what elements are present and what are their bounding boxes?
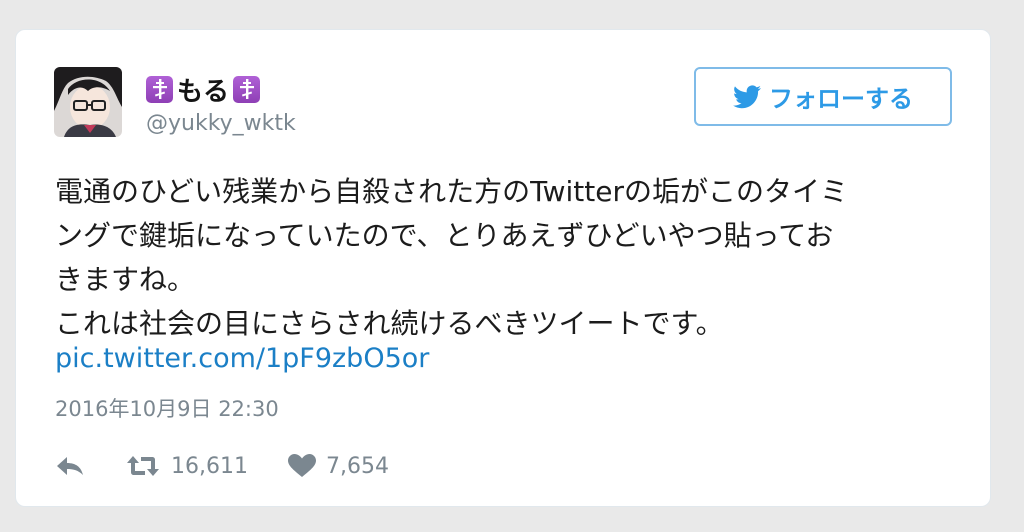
tweet-actions: 16,611 7,654: [55, 448, 389, 484]
user-handle[interactable]: @yukky_wktk: [146, 111, 296, 136]
avatar[interactable]: [54, 67, 122, 137]
orthodox-cross-icon: [233, 75, 261, 103]
retweet-button[interactable]: 16,611: [125, 454, 248, 479]
follow-button-label: フォローする: [769, 85, 913, 113]
tweet-timestamp[interactable]: 2016年10月9日 22:30: [55, 393, 279, 423]
retweet-icon: [127, 456, 159, 476]
tweet-text-line: ングで鍵垢になっていたので、とりあえずひどいやつ貼ってお: [55, 219, 834, 252]
follow-button[interactable]: フォローする: [694, 67, 952, 126]
like-count: 7,654: [325, 453, 389, 479]
tweet-text-line: きますね。: [55, 263, 196, 296]
tweet-text: 電通のひどい残業から自殺された方のTwitterの垢がこのタイミ ングで鍵垢にな…: [55, 170, 945, 346]
tweet-text-line: 電通のひどい残業から自殺された方のTwitterの垢がこのタイミ: [55, 175, 849, 208]
author-name-row[interactable]: もる: [146, 71, 261, 108]
reply-icon: [57, 457, 83, 475]
like-button[interactable]: 7,654: [287, 453, 389, 479]
retweet-count: 16,611: [171, 453, 248, 479]
twitter-bird-icon: [733, 84, 761, 108]
orthodox-cross-icon: [146, 75, 173, 103]
reply-button[interactable]: [55, 455, 85, 477]
pic-link[interactable]: pic.twitter.com/1pF9zbO5or: [55, 343, 429, 374]
display-name[interactable]: もる: [177, 71, 229, 108]
tweet-text-line: これは社会の目にさらされ続けるべきツイートです。: [55, 307, 724, 340]
heart-icon: [287, 454, 316, 477]
